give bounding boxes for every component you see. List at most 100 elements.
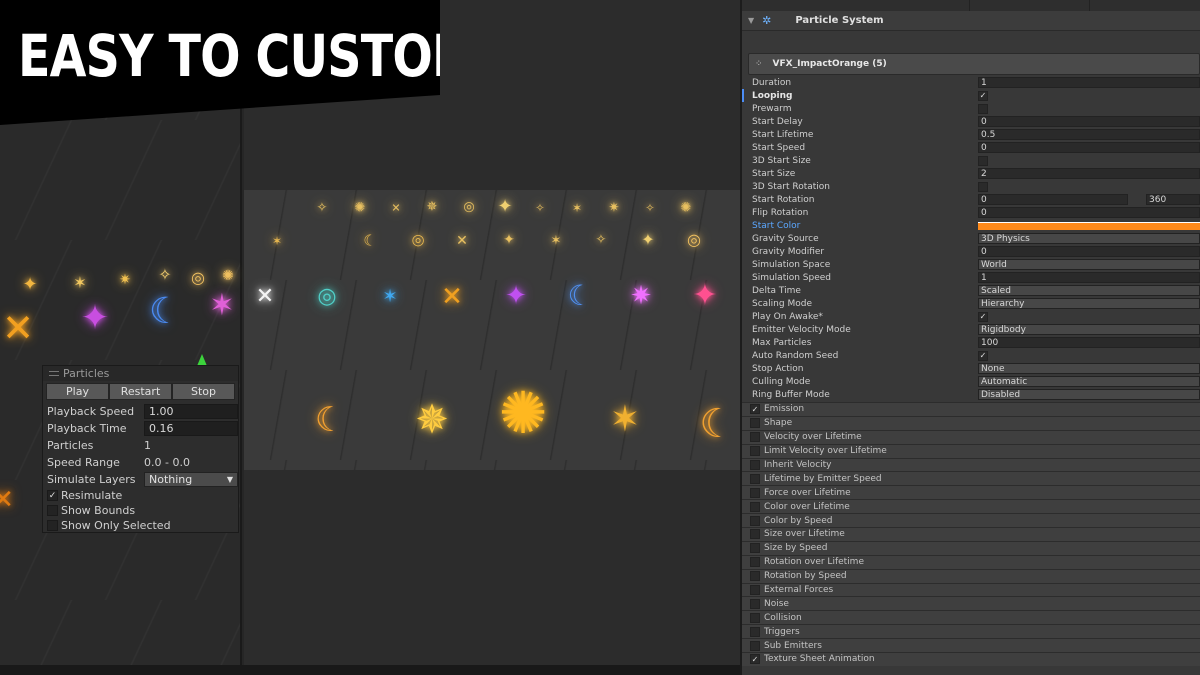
start-delay-input[interactable]: 0	[978, 116, 1200, 127]
vfx-sprite-icon: ✕	[391, 201, 401, 215]
simulation-speed-input[interactable]: 1	[978, 272, 1200, 283]
module-enable-checkbox[interactable]	[750, 626, 760, 637]
prop-label: Start Delay	[752, 116, 803, 127]
module-row[interactable]: Noise	[742, 596, 1200, 611]
module-enable-checkbox[interactable]	[750, 598, 760, 609]
simulate-layers-dropdown[interactable]: Nothing ▼	[144, 472, 238, 487]
playback-speed-input[interactable]: 1.00	[144, 404, 238, 419]
module-enable-checkbox[interactable]	[750, 418, 760, 429]
module-enable-checkbox[interactable]	[750, 529, 760, 540]
looping-checkbox[interactable]: ✓	[978, 90, 988, 101]
module-label: Size over Lifetime	[764, 529, 845, 540]
module-row[interactable]: Sub Emitters	[742, 638, 1200, 653]
resimulate-checkbox[interactable]: ✓	[47, 490, 58, 501]
show-only-selected-row[interactable]: Show Only Selected	[43, 518, 238, 533]
vfx-sprite-icon: ✕	[441, 282, 463, 312]
3d-start-rotation-checkbox[interactable]	[978, 181, 988, 192]
start-color-swatch[interactable]	[978, 221, 1200, 230]
module-enable-checkbox[interactable]	[750, 473, 760, 484]
stop-action-dropdown[interactable]: None	[978, 363, 1200, 374]
module-row[interactable]: External Forces	[742, 582, 1200, 597]
module-enable-checkbox[interactable]	[750, 432, 760, 443]
prewarm-checkbox[interactable]	[978, 103, 988, 114]
delta-time-dropdown[interactable]: Scaled	[978, 285, 1200, 296]
culling-mode-dropdown[interactable]: Automatic	[978, 376, 1200, 387]
module-enable-checkbox[interactable]	[750, 612, 760, 623]
start-rotation-min-input[interactable]: 0	[978, 194, 1128, 205]
prop-label: Scaling Mode	[752, 298, 812, 309]
module-row[interactable]: Limit Velocity over Lifetime	[742, 443, 1200, 458]
module-row[interactable]: Collision	[742, 610, 1200, 625]
show-bounds-checkbox[interactable]	[47, 505, 58, 516]
auto-random-seed-checkbox[interactable]: ✓	[978, 350, 988, 361]
module-enable-checkbox[interactable]	[750, 446, 760, 457]
stop-button[interactable]: Stop	[172, 383, 235, 400]
prop-start-delay: Start Delay 0	[742, 115, 1200, 128]
prop-simulation-speed: Simulation Speed 1	[742, 271, 1200, 284]
vfx-sprite-icon: ◎	[687, 230, 701, 249]
particles-overlay-header[interactable]: Particles	[43, 366, 238, 381]
start-speed-input[interactable]: 0	[978, 142, 1200, 153]
module-row[interactable]: Velocity over Lifetime	[742, 429, 1200, 444]
module-row[interactable]: Rotation by Speed	[742, 568, 1200, 583]
module-enable-checkbox[interactable]	[750, 571, 760, 582]
gravity-modifier-input[interactable]: 0	[978, 246, 1200, 257]
prop-start-color: Start Color	[742, 219, 1200, 232]
particles-count-row: Particles 1	[43, 437, 238, 454]
3d-start-size-checkbox[interactable]	[978, 155, 988, 166]
prop-emitter-velocity-mode: Emitter Velocity Mode Rigidbody	[742, 323, 1200, 336]
particle-system-header[interactable]: ▼ ✲ Particle System	[742, 11, 1200, 31]
module-enable-checkbox[interactable]	[750, 501, 760, 512]
module-enable-checkbox[interactable]: ✓	[750, 654, 760, 665]
foldout-arrow-icon[interactable]: ▼	[748, 16, 754, 25]
drag-handle-icon[interactable]	[49, 371, 59, 376]
simulation-space-dropdown[interactable]: World	[978, 259, 1200, 270]
module-label: Shape	[764, 418, 793, 429]
vfx-sprite-icon: ✦	[22, 274, 38, 295]
object-name-bar[interactable]: ⁘ VFX_ImpactOrange (5)	[748, 53, 1200, 75]
module-row[interactable]: Lifetime by Emitter Speed	[742, 471, 1200, 486]
module-enable-checkbox[interactable]	[750, 487, 760, 498]
prop-start-size: Start Size 2	[742, 167, 1200, 180]
start-lifetime-input[interactable]: 0.5	[978, 129, 1200, 140]
ring-buffer-mode-dropdown[interactable]: Disabled	[978, 389, 1200, 400]
module-enable-checkbox[interactable]	[750, 640, 760, 651]
show-only-selected-label: Show Only Selected	[61, 519, 171, 532]
start-rotation-max-input[interactable]: 360	[1146, 194, 1200, 205]
playback-time-input[interactable]: 0.16	[144, 421, 238, 436]
vfx-sprite-icon: ✶	[609, 399, 641, 440]
module-enable-checkbox[interactable]	[750, 460, 760, 470]
module-row[interactable]: Force over Lifetime	[742, 485, 1200, 500]
module-row[interactable]: Inherit Velocity	[742, 457, 1200, 472]
max-particles-input[interactable]: 100	[978, 337, 1200, 348]
start-size-input[interactable]: 2	[978, 168, 1200, 179]
module-row[interactable]: Rotation over Lifetime	[742, 554, 1200, 569]
play-on-awake-checkbox[interactable]: ✓	[978, 311, 988, 322]
module-enable-checkbox[interactable]	[750, 515, 760, 526]
duration-input[interactable]: 1	[978, 77, 1200, 88]
gravity-source-dropdown[interactable]: 3D Physics	[978, 233, 1200, 244]
restart-button[interactable]: Restart	[109, 383, 172, 400]
module-row[interactable]: ✓ Texture Sheet Animation	[742, 652, 1200, 666]
module-row[interactable]: Color over Lifetime	[742, 499, 1200, 514]
particles-count-value: 1	[144, 439, 151, 452]
emitter-velocity-mode-dropdown[interactable]: Rigidbody	[978, 324, 1200, 335]
module-row[interactable]: ✓ Emission	[742, 402, 1200, 416]
scaling-mode-dropdown[interactable]: Hierarchy	[978, 298, 1200, 309]
module-row[interactable]: Shape	[742, 415, 1200, 430]
module-enable-checkbox[interactable]: ✓	[750, 404, 760, 415]
show-only-selected-checkbox[interactable]	[47, 520, 58, 531]
module-enable-checkbox[interactable]	[750, 557, 760, 568]
playback-buttons: Play Restart Stop	[46, 383, 235, 400]
flip-rotation-input[interactable]: 0	[978, 207, 1200, 218]
module-row[interactable]: Size over Lifetime	[742, 527, 1200, 541]
module-row[interactable]: Triggers	[742, 624, 1200, 639]
module-row[interactable]: Size by Speed	[742, 540, 1200, 555]
module-enable-checkbox[interactable]	[750, 585, 760, 596]
play-button[interactable]: Play	[46, 383, 109, 400]
prop-label: Gravity Source	[752, 233, 819, 244]
module-row[interactable]: Color by Speed	[742, 513, 1200, 528]
resimulate-row[interactable]: ✓ Resimulate	[43, 488, 238, 503]
module-enable-checkbox[interactable]	[750, 543, 760, 554]
show-bounds-row[interactable]: Show Bounds	[43, 503, 238, 518]
